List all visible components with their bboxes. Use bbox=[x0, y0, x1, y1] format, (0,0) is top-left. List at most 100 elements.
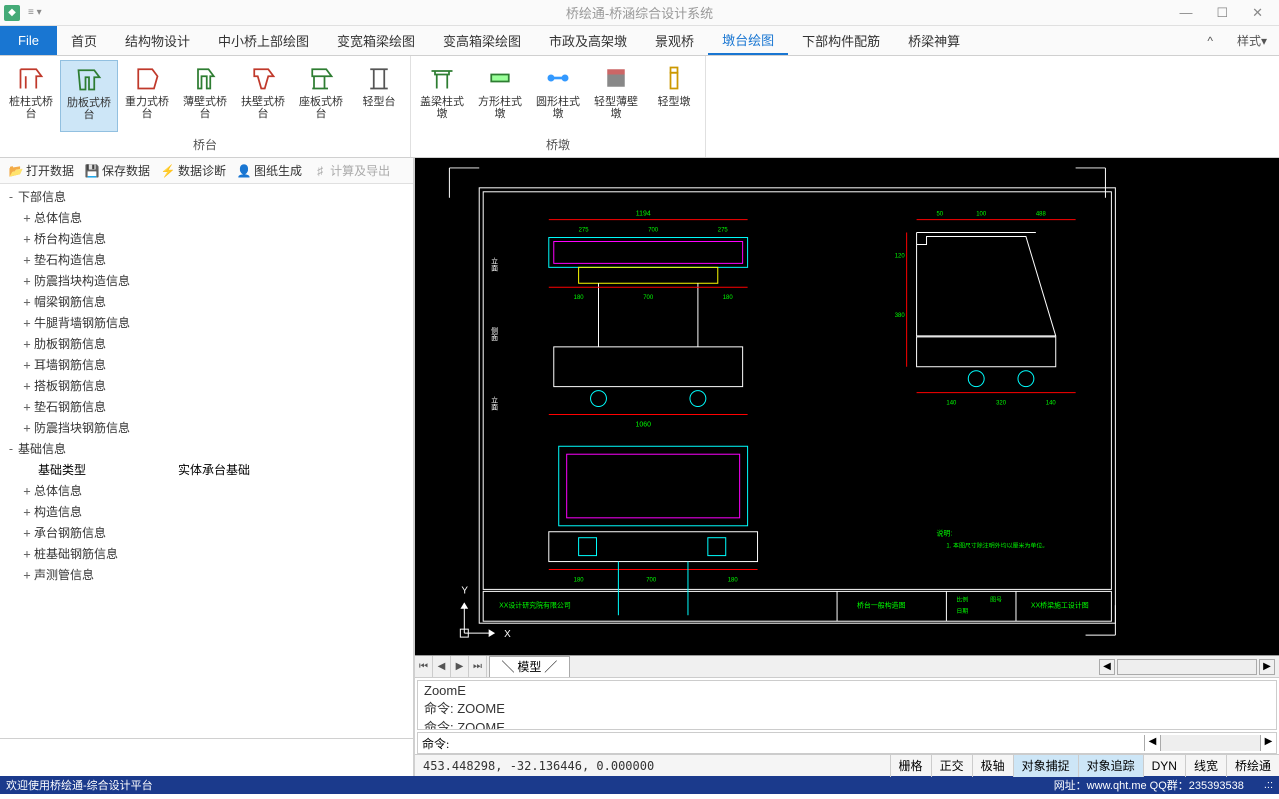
rbtn-seat-abutment[interactable]: 座板式桥台 bbox=[292, 60, 350, 132]
tree-node-slab-rebar[interactable]: +搭板钢筋信息 bbox=[0, 375, 413, 396]
tab-small-bridge[interactable]: 中小桥上部绘图 bbox=[204, 26, 323, 55]
svg-text:180: 180 bbox=[574, 577, 585, 583]
tree-node-rib-rebar[interactable]: +肋板钢筋信息 bbox=[0, 333, 413, 354]
diag-data-button[interactable]: ⚡数据诊断 bbox=[156, 160, 230, 181]
rib-abutment-icon bbox=[73, 63, 105, 95]
data-tree[interactable]: -下部信息 +总体信息 +桥台构造信息 +垫石构造信息 +防震挡块构造信息 +帽… bbox=[0, 184, 413, 738]
tree-root-foundation[interactable]: -基础信息 bbox=[0, 438, 413, 459]
cad-viewport[interactable]: XX设计研究院有限公司 桥台一般构造图 比例 日期 图号 XX桥梁施工设计图 1… bbox=[415, 158, 1279, 656]
snap-otrack[interactable]: 对象追踪 bbox=[1078, 755, 1143, 777]
svg-text:140: 140 bbox=[946, 401, 957, 407]
tree-f-struct[interactable]: +构造信息 bbox=[0, 501, 413, 522]
svg-text:700: 700 bbox=[646, 577, 657, 583]
cmd-scroll-left-icon[interactable]: ◀ bbox=[1144, 735, 1160, 751]
close-button[interactable]: ✕ bbox=[1252, 5, 1263, 21]
tree-f-pile-rebar[interactable]: +桩基础钢筋信息 bbox=[0, 543, 413, 564]
tab-var-height-box[interactable]: 变高箱梁绘图 bbox=[429, 26, 535, 55]
cmd-prompt-label: 命令: bbox=[418, 735, 453, 752]
status-resize-grip[interactable]: .:: bbox=[1264, 779, 1273, 791]
calc-icon: ♯ bbox=[312, 163, 328, 179]
command-input[interactable] bbox=[453, 736, 1144, 751]
rbtn-light-abutment[interactable]: 轻型台 bbox=[350, 60, 408, 132]
tree-node-seis[interactable]: +防震挡块构造信息 bbox=[0, 270, 413, 291]
tree-f-overall[interactable]: +总体信息 bbox=[0, 480, 413, 501]
tab-first-icon[interactable]: ⏮ bbox=[415, 656, 433, 678]
snap-polar[interactable]: 极轴 bbox=[972, 755, 1013, 777]
rbtn-thin-abutment[interactable]: 薄壁式桥台 bbox=[176, 60, 234, 132]
tab-pier-abutment[interactable]: 墩台绘图 bbox=[708, 26, 788, 55]
tree-root-lower[interactable]: -下部信息 bbox=[0, 186, 413, 207]
tree-node-seis-rebar[interactable]: +防震挡块钢筋信息 bbox=[0, 417, 413, 438]
snap-grid[interactable]: 栅格 bbox=[890, 755, 931, 777]
app-icon: ◆ bbox=[4, 5, 20, 21]
cmd-scroll-right-icon[interactable]: ▶ bbox=[1260, 735, 1276, 751]
rbtn-rib-abutment[interactable]: 肋板式桥台 bbox=[60, 60, 118, 132]
tree-node-ear-rebar[interactable]: +耳墙钢筋信息 bbox=[0, 354, 413, 375]
svg-text:380: 380 bbox=[895, 313, 906, 319]
qat-dropdown-icon[interactable]: ≡ ▾ bbox=[28, 7, 42, 18]
tab-next-icon[interactable]: ▶ bbox=[451, 656, 469, 678]
tree-node-pad-rebar[interactable]: +垫石钢筋信息 bbox=[0, 396, 413, 417]
maximize-button[interactable]: ☐ bbox=[1216, 5, 1228, 21]
rbtn-cap-pier[interactable]: 盖梁柱式墩 bbox=[413, 60, 471, 132]
rbtn-gravity-abutment[interactable]: 重力式桥台 bbox=[118, 60, 176, 132]
svg-text:1060: 1060 bbox=[636, 421, 652, 428]
tab-var-width-box[interactable]: 变宽箱梁绘图 bbox=[323, 26, 429, 55]
tree-node-overall[interactable]: +总体信息 bbox=[0, 207, 413, 228]
snap-lw[interactable]: 线宽 bbox=[1185, 755, 1226, 777]
tab-home[interactable]: 首页 bbox=[57, 26, 111, 55]
rbtn-thin-pier[interactable]: 轻型薄壁墩 bbox=[587, 60, 645, 132]
tree-node-abutment[interactable]: +桥台构造信息 bbox=[0, 228, 413, 249]
hscroll-left-icon[interactable]: ◀ bbox=[1099, 659, 1115, 675]
snap-qht[interactable]: 桥绘通 bbox=[1226, 755, 1279, 777]
light-pier-icon bbox=[658, 62, 690, 94]
tab-urban-pier[interactable]: 市政及高架墩 bbox=[535, 26, 641, 55]
save-icon: 💾 bbox=[84, 163, 100, 179]
snap-dyn[interactable]: DYN bbox=[1143, 755, 1185, 777]
rbtn-round-pier[interactable]: 圆形柱式墩 bbox=[529, 60, 587, 132]
round-pier-icon bbox=[542, 62, 574, 94]
tree-node-cap-rebar[interactable]: +帽梁钢筋信息 bbox=[0, 291, 413, 312]
calc-export-button: ♯计算及导出 bbox=[308, 160, 394, 181]
ribbon-minimize-icon[interactable]: ^ bbox=[1195, 26, 1225, 55]
tree-node-pad[interactable]: +垫石构造信息 bbox=[0, 249, 413, 270]
tab-landscape[interactable]: 景观桥 bbox=[641, 26, 708, 55]
command-line: 命令: ◀ ▶ bbox=[417, 732, 1277, 754]
model-tab[interactable]: ╲ 模型 ╱ bbox=[489, 656, 570, 677]
rbtn-pile-abutment[interactable]: 桩柱式桥台 bbox=[2, 60, 60, 132]
tab-last-icon[interactable]: ⏭ bbox=[469, 656, 487, 678]
open-data-button[interactable]: 📂打开数据 bbox=[4, 160, 78, 181]
svg-text:320: 320 bbox=[996, 401, 1007, 407]
tab-lower-rebar[interactable]: 下部构件配筋 bbox=[788, 26, 894, 55]
tab-bridge-calc[interactable]: 桥梁神算 bbox=[894, 26, 974, 55]
minimize-button[interactable]: — bbox=[1179, 5, 1192, 21]
file-menu[interactable]: File bbox=[0, 26, 57, 55]
pile-abutment-icon bbox=[15, 62, 47, 94]
app-status-bar: 欢迎使用桥绘通-综合设计平台 网址：www.qht.me QQ群：2353935… bbox=[0, 776, 1279, 794]
hscroll-right-icon[interactable]: ▶ bbox=[1259, 659, 1275, 675]
tab-prev-icon[interactable]: ◀ bbox=[433, 656, 451, 678]
ribbon-group-label-abutment: 桥台 bbox=[0, 132, 410, 157]
cad-status-bar: 453.448298, -32.136446, 0.000000 栅格 正交 极… bbox=[415, 754, 1279, 776]
cmd-scroll-track[interactable] bbox=[1160, 735, 1260, 751]
svg-text:275: 275 bbox=[579, 228, 590, 234]
svg-text:488: 488 bbox=[1036, 212, 1047, 218]
snap-osnap[interactable]: 对象捕捉 bbox=[1013, 755, 1078, 777]
tab-struct[interactable]: 结构物设计 bbox=[111, 26, 204, 55]
ribbon-group-pier: 盖梁柱式墩 方形柱式墩 圆形柱式墩 轻型薄壁墩 轻型墩 桥墩 bbox=[411, 56, 706, 157]
rbtn-light-pier[interactable]: 轻型墩 bbox=[645, 60, 703, 132]
rbtn-rect-pier[interactable]: 方形柱式墩 bbox=[471, 60, 529, 132]
tree-node-leg-rebar[interactable]: +牛腿背墙钢筋信息 bbox=[0, 312, 413, 333]
hscroll-track[interactable] bbox=[1117, 659, 1257, 675]
gen-drawing-button[interactable]: 👤图纸生成 bbox=[232, 160, 306, 181]
save-data-button[interactable]: 💾保存数据 bbox=[80, 160, 154, 181]
snap-ortho[interactable]: 正交 bbox=[931, 755, 972, 777]
gravity-abutment-icon bbox=[131, 62, 163, 94]
tree-f-sound[interactable]: +声测管信息 bbox=[0, 564, 413, 585]
rbtn-buttress-abutment[interactable]: 扶壁式桥台 bbox=[234, 60, 292, 132]
style-dropdown[interactable]: 样式 ▾ bbox=[1225, 26, 1279, 55]
welcome-text: 欢迎使用桥绘通-综合设计平台 bbox=[6, 777, 153, 793]
tree-f-cap-rebar[interactable]: +承台钢筋信息 bbox=[0, 522, 413, 543]
thin-abutment-icon bbox=[189, 62, 221, 94]
tree-foundation-kind[interactable]: 基础类型实体承台基础 bbox=[0, 459, 413, 480]
